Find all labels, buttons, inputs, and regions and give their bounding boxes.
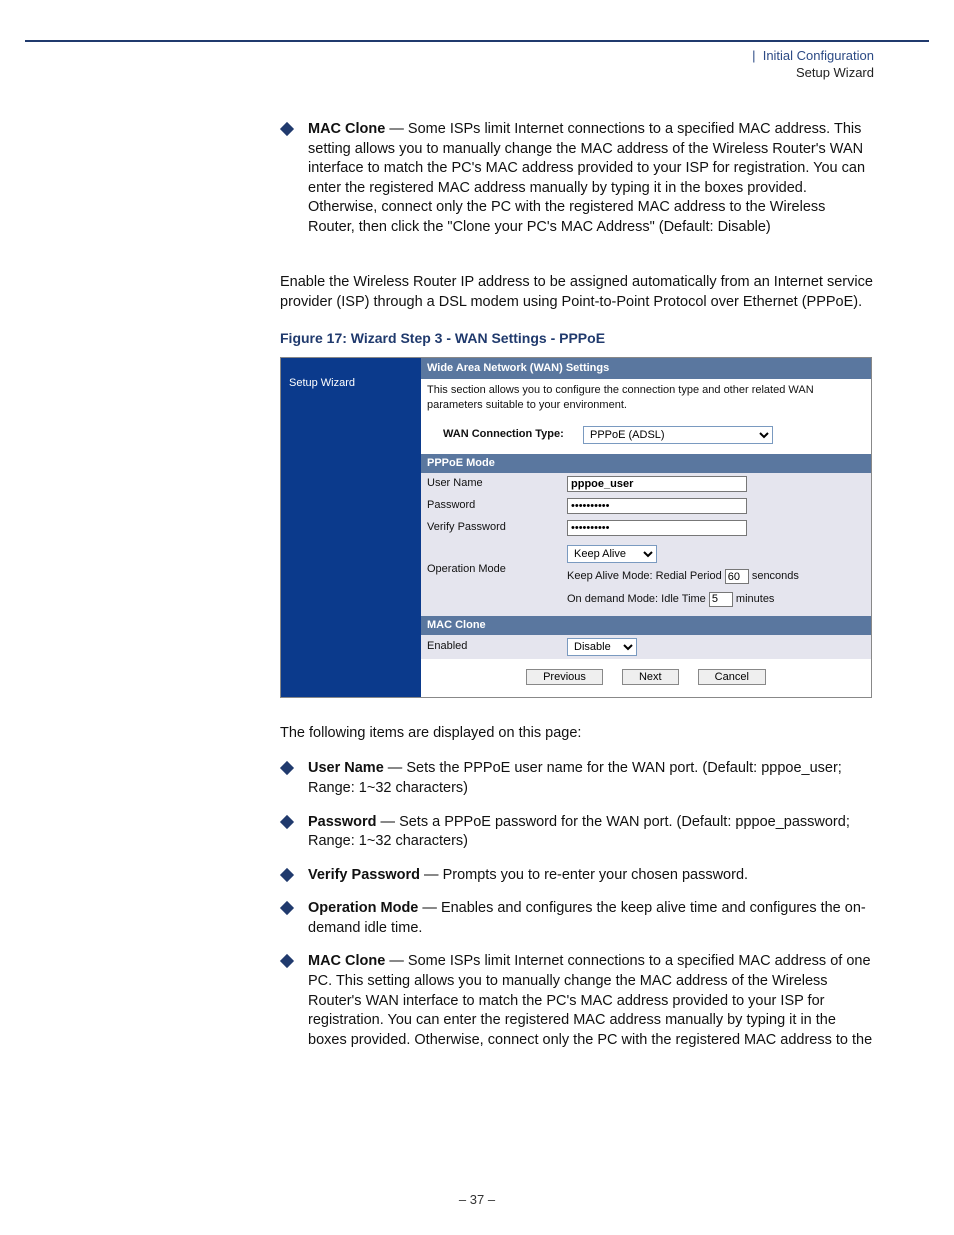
bullet-diamond-icon [280, 761, 294, 775]
ondemand-text-post: minutes [733, 593, 775, 605]
list-item: User Name — Sets the PPPoE user name for… [280, 759, 874, 798]
bullet-diamond-icon [280, 815, 294, 829]
page-header: | Initial Configuration Setup Wizard [752, 48, 874, 80]
list-item: MAC Clone — Some ISPs limit Internet con… [280, 952, 874, 1050]
verify-password-label: Verify Password [427, 520, 567, 535]
mac-enabled-select[interactable]: Disable [567, 638, 637, 656]
bullet-term: Password [308, 814, 377, 830]
bullet-diamond-icon [280, 901, 294, 915]
wan-type-label: WAN Connection Type: [443, 427, 583, 442]
previous-button[interactable]: Previous [526, 669, 603, 685]
operation-mode-select[interactable]: Keep Alive [567, 545, 657, 563]
mac-enabled-label: Enabled [427, 639, 567, 654]
ondemand-text-pre: On demand Mode: Idle Time [567, 593, 709, 605]
bullet-term: Verify Password [308, 867, 420, 883]
wan-settings-desc: This section allows you to configure the… [421, 379, 871, 422]
bullet-term: MAC Clone [308, 121, 385, 137]
password-input[interactable] [567, 498, 747, 514]
header-rule [25, 40, 929, 42]
cancel-button[interactable]: Cancel [698, 669, 766, 685]
figure-sidebar: Setup Wizard [281, 358, 421, 697]
bullet-term: User Name [308, 760, 384, 776]
password-label: Password [427, 498, 567, 513]
bullet-sep: — [377, 814, 400, 830]
bottom-bullet-list: User Name — Sets the PPPoE user name for… [280, 759, 874, 1050]
bullet-text: Some ISPs limit Internet connections to … [308, 121, 865, 235]
top-bullet-list: MAC Clone — Some ISPs limit Internet con… [280, 120, 874, 237]
page-number: – 37 – [0, 1192, 954, 1207]
username-label: User Name [427, 476, 567, 491]
next-button[interactable]: Next [622, 669, 679, 685]
list-item: Operation Mode — Enables and configures … [280, 899, 874, 938]
figure-caption: Figure 17: Wizard Step 3 - WAN Settings … [280, 329, 874, 348]
after-figure-text: The following items are displayed on thi… [280, 724, 874, 744]
figure-17: Setup Wizard Wide Area Network (WAN) Set… [280, 357, 872, 698]
bullet-diamond-icon [280, 122, 294, 136]
list-item: MAC Clone — Some ISPs limit Internet con… [280, 120, 874, 237]
redial-period-input[interactable] [725, 569, 749, 584]
wan-type-select[interactable]: PPPoE (ADSL) [583, 426, 773, 444]
wizard-button-row: Previous Next Cancel [421, 659, 871, 697]
operation-mode-label: Operation Mode [427, 542, 567, 577]
bullet-sep: — [418, 900, 441, 916]
verify-password-input[interactable] [567, 520, 747, 536]
pppoe-mode-header: PPPoE Mode [421, 454, 871, 473]
header-section: Setup Wizard [752, 65, 874, 80]
mac-clone-header: MAC Clone [421, 616, 871, 635]
keepalive-text-pre: Keep Alive Mode: Redial Period [567, 570, 725, 582]
bullet-diamond-icon [280, 954, 294, 968]
bullet-sep: — [420, 867, 443, 883]
bullet-sep: — [385, 121, 408, 137]
bullet-sep: — [385, 953, 408, 969]
intro-paragraph: Enable the Wireless Router IP address to… [280, 273, 874, 312]
bullet-diamond-icon [280, 868, 294, 882]
username-input[interactable] [567, 476, 747, 492]
list-item: Password — Sets a PPPoE password for the… [280, 813, 874, 852]
bullet-term: Operation Mode [308, 900, 418, 916]
wan-settings-title: Wide Area Network (WAN) Settings [421, 358, 871, 379]
bullet-text: Prompts you to re-enter your chosen pass… [443, 867, 748, 883]
header-chapter: Initial Configuration [763, 48, 874, 63]
idle-time-input[interactable] [709, 592, 733, 607]
header-pipe: | [752, 48, 755, 63]
keepalive-text-post: senconds [749, 570, 799, 582]
sidebar-item-setup-wizard[interactable]: Setup Wizard [289, 372, 413, 395]
figure-main: Wide Area Network (WAN) Settings This se… [421, 358, 871, 697]
list-item: Verify Password — Prompts you to re-ente… [280, 866, 874, 886]
bullet-sep: — [384, 760, 407, 776]
bullet-term: MAC Clone [308, 953, 385, 969]
